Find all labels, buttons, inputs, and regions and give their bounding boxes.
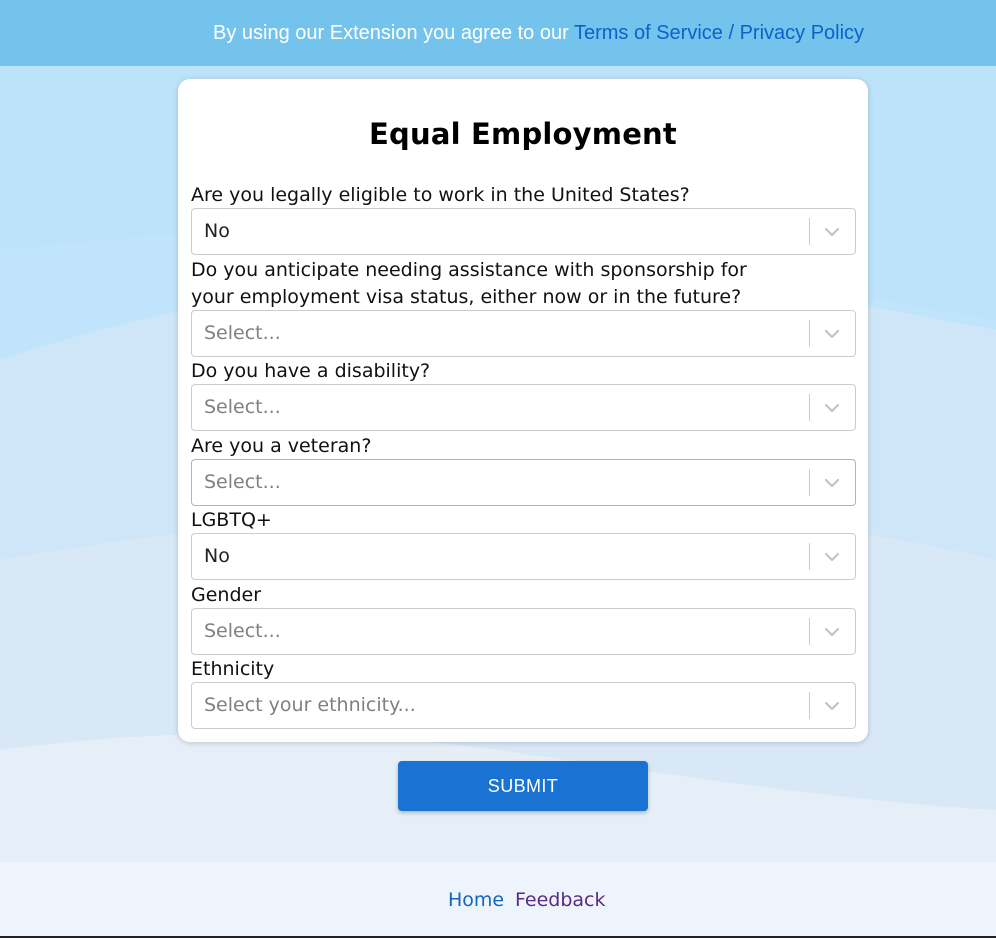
equal-employment-card: Equal Employment Are you legally eligibl… — [178, 79, 868, 742]
indicator-separator — [809, 692, 810, 719]
form-title: Equal Employment — [369, 117, 677, 151]
chevron-down-icon[interactable] — [823, 549, 841, 565]
ethnicity-select[interactable]: Select your ethnicity... — [191, 682, 856, 729]
question-ethnicity-label: Ethnicity — [191, 658, 275, 680]
footer-home-link[interactable]: Home — [448, 889, 504, 911]
indicator-separator — [809, 320, 810, 347]
work-eligibility-select[interactable]: No — [191, 208, 856, 255]
gender-select[interactable]: Select... — [191, 608, 856, 655]
terms-notice: By using our Extension you agree to our … — [213, 22, 864, 45]
question-work-eligibility-label: Are you legally eligible to work in the … — [191, 184, 690, 206]
select-placeholder: Select... — [204, 322, 281, 344]
select-placeholder: Select... — [204, 471, 281, 493]
submit-button[interactable]: SUBMIT — [398, 761, 648, 811]
question-lgbtq-label: LGBTQ+ — [191, 509, 272, 531]
select-placeholder: Select... — [204, 620, 281, 642]
chevron-down-icon[interactable] — [823, 475, 841, 491]
disability-select[interactable]: Select... — [191, 384, 856, 431]
veteran-select[interactable]: Select... — [191, 459, 856, 506]
terms-text: By using our Extension you agree to our — [213, 22, 574, 44]
chevron-down-icon[interactable] — [823, 400, 841, 416]
chevron-down-icon[interactable] — [823, 326, 841, 342]
terms-privacy-link[interactable]: Terms of Service / Privacy Policy — [574, 22, 864, 44]
chevron-down-icon[interactable] — [823, 624, 841, 640]
select-placeholder: Select... — [204, 396, 281, 418]
question-disability-label: Do you have a disability? — [191, 360, 431, 382]
footer: Home Feedback — [0, 862, 996, 936]
select-value: No — [204, 220, 230, 242]
indicator-separator — [809, 218, 810, 245]
chevron-down-icon[interactable] — [823, 698, 841, 714]
indicator-separator — [809, 543, 810, 570]
select-value: No — [204, 545, 230, 567]
question-veteran-label: Are you a veteran? — [191, 435, 372, 457]
question-gender-label: Gender — [191, 584, 262, 606]
indicator-separator — [809, 618, 810, 645]
terms-banner: By using our Extension you agree to our … — [0, 0, 996, 66]
sponsorship-select[interactable]: Select... — [191, 310, 856, 357]
lgbtq-select[interactable]: No — [191, 533, 856, 580]
question-sponsorship-label: Do you anticipate needing assistance wit… — [191, 259, 747, 308]
footer-feedback-link[interactable]: Feedback — [515, 889, 605, 911]
indicator-separator — [809, 469, 810, 496]
chevron-down-icon[interactable] — [823, 224, 841, 240]
select-placeholder: Select your ethnicity... — [204, 694, 416, 716]
indicator-separator — [809, 394, 810, 421]
